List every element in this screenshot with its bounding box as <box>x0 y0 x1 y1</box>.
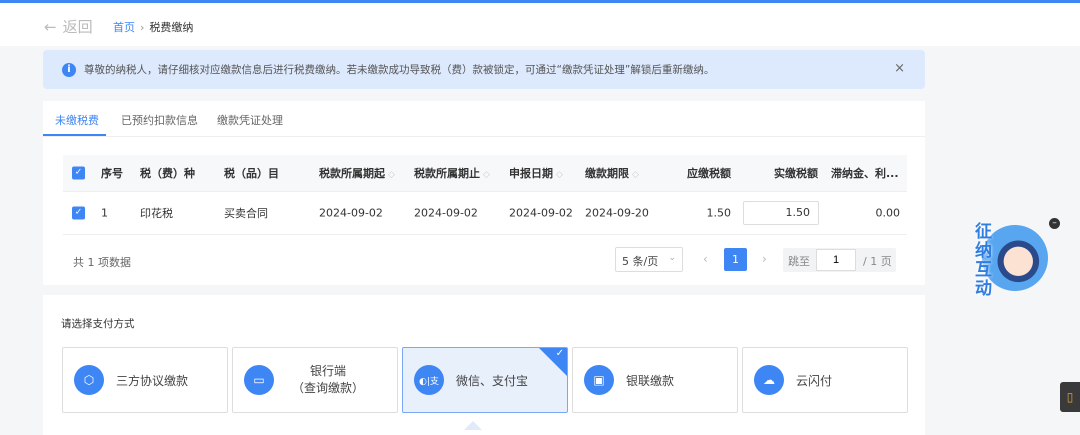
payment-option-bank[interactable]: ▭ 银行端 （查询缴款） <box>232 347 398 413</box>
mascot-widget[interactable]: 征纳互动 – <box>970 195 1060 299</box>
cell-late-fee: 0.00 <box>875 206 901 220</box>
alert-text: 尊敬的纳税人，请仔细核对应缴款信息后进行税费缴纳。若未缴款成功导致税（费）款被锁… <box>84 64 715 76</box>
row-checkbox[interactable]: ✓ <box>72 206 85 220</box>
breadcrumb-home[interactable]: 首页 <box>113 21 135 34</box>
tax-table: ✓ 序号 税（费）种 税（品）目 税款所属期起 ◇ 税款所属期止 ◇ 申报日期 ◇ 缴… <box>63 155 907 235</box>
col-start-label: 税款所属期起 <box>319 167 385 180</box>
col-end[interactable]: 税款所属期止 ◇ <box>414 165 490 181</box>
chevron-right-icon: › <box>140 21 145 34</box>
cell-deadline: 2024-09-20 <box>585 206 649 220</box>
selection-pointer <box>464 421 482 430</box>
col-item: 税（品）目 <box>224 167 279 180</box>
tax-card: 未缴税费 已预约扣款信息 缴款凭证处理 ✓ 序号 税（费）种 税（品）目 税款所… <box>43 101 925 285</box>
tab-unpaid[interactable]: 未缴税费 <box>55 112 99 128</box>
option-label: 云闪付 <box>796 373 833 388</box>
sort-icon[interactable]: ◇ <box>388 170 395 180</box>
tab-voucher[interactable]: 缴款凭证处理 <box>217 112 283 128</box>
table-row: ✓ 1 印花税 买卖合同 2024-09-02 2024-09-02 2024-… <box>63 192 907 235</box>
breadcrumb-current: 税费缴纳 <box>149 21 194 34</box>
sort-icon[interactable]: ◇ <box>632 170 639 180</box>
cell-no: 1 <box>101 206 108 220</box>
option-label: 三方协议缴款 <box>116 373 189 388</box>
sort-icon[interactable]: ◇ <box>556 170 563 180</box>
cloud-icon: ☁ <box>754 365 784 395</box>
option-label: 微信、支付宝 <box>456 373 529 388</box>
tab-scheduled[interactable]: 已预约扣款信息 <box>121 112 198 128</box>
col-late-fee: 滞纳金、利... <box>831 167 899 180</box>
col-deadline[interactable]: 缴款期限 ◇ <box>585 165 639 181</box>
table-header: ✓ 序号 税（费）种 税（品）目 税款所属期起 ◇ 税款所属期止 ◇ 申报日期 ◇ 缴… <box>63 155 907 192</box>
mascot-label: 征纳互动 <box>975 222 992 299</box>
paid-amount-input[interactable]: 1.50 <box>743 201 819 225</box>
unionpay-card-icon: ▣ <box>584 365 614 395</box>
active-tab-indicator <box>43 134 106 136</box>
cell-due: 1.50 <box>706 206 732 220</box>
page-size-select[interactable]: 5 条/页 ⌄ <box>615 247 683 272</box>
col-declare-label: 申报日期 <box>509 167 553 180</box>
option-sublabel: （查询缴款） <box>292 381 365 395</box>
close-icon[interactable]: × <box>894 61 905 76</box>
option-label: 银行端 <box>310 364 347 378</box>
header: ← 返回 首页 › 税费缴纳 <box>0 3 1080 46</box>
hexagon-y-icon: ⬡ <box>74 365 104 395</box>
wechat-alipay-icon: ◐|支 <box>414 365 444 395</box>
card-icon: ▭ <box>244 365 274 395</box>
cell-end: 2024-09-02 <box>414 206 478 220</box>
col-no: 序号 <box>101 167 123 180</box>
cell-declare: 2024-09-02 <box>509 206 573 220</box>
info-alert: i 尊敬的纳税人，请仔细核对应缴款信息后进行税费缴纳。若未缴款成功导致税（费）款… <box>43 50 925 89</box>
check-icon: ✓ <box>555 348 564 359</box>
jump-to-page: 跳至 / 1 页 <box>783 248 896 272</box>
back-button[interactable]: ← 返回 <box>44 16 93 37</box>
payment-option-tripartite[interactable]: ⬡ 三方协议缴款 <box>62 347 228 413</box>
payment-option-unionpay[interactable]: ▣ 银联缴款 <box>572 347 738 413</box>
prev-page-icon[interactable]: ‹ <box>703 252 708 266</box>
col-end-label: 税款所属期止 <box>414 167 480 180</box>
tabs: 未缴税费 已预约扣款信息 缴款凭证处理 <box>43 101 925 137</box>
breadcrumb: 首页 › 税费缴纳 <box>113 19 193 35</box>
col-deadline-label: 缴款期限 <box>585 167 629 180</box>
payment-option-wechat-alipay[interactable]: ◐|支 微信、支付宝 ✓ <box>402 347 568 413</box>
page-1-button[interactable]: 1 <box>724 248 747 271</box>
col-tax: 税（费）种 <box>140 167 195 180</box>
total-count: 共 1 项数据 <box>73 256 131 269</box>
col-due: 应缴税额 <box>687 167 731 180</box>
col-declare[interactable]: 申报日期 ◇ <box>509 165 563 181</box>
total-pages: / 1 页 <box>863 255 892 268</box>
cell-item: 买卖合同 <box>224 207 268 220</box>
payment-card: 请选择支付方式 ⬡ 三方协议缴款 ▭ 银行端 （查询缴款） ◐|支 微信、支付宝 ✓ ▣ 银… <box>43 295 925 435</box>
cell-tax: 印花税 <box>140 207 173 220</box>
jump-label: 跳至 <box>788 255 810 268</box>
back-label: 返回 <box>62 18 93 36</box>
select-all-checkbox[interactable]: ✓ <box>72 166 85 180</box>
jump-page-input[interactable] <box>816 249 856 271</box>
col-paid: 实缴税额 <box>774 167 818 180</box>
pagination: 共 1 项数据 5 条/页 ⌄ ‹ 1 › 跳至 / 1 页 <box>43 247 925 273</box>
arrow-left-icon: ← <box>44 17 57 36</box>
col-start[interactable]: 税款所属期起 ◇ <box>319 165 395 181</box>
payment-option-cloud-quickpass[interactable]: ☁ 云闪付 <box>742 347 908 413</box>
page-size-value: 5 条/页 <box>622 255 659 268</box>
option-label: 银联缴款 <box>626 373 675 388</box>
chevron-down-icon: ⌄ <box>668 253 676 263</box>
info-icon: i <box>62 62 76 77</box>
next-page-icon[interactable]: › <box>762 252 767 266</box>
payment-title: 请选择支付方式 <box>61 318 135 330</box>
usb-icon[interactable]: ▯ <box>1060 382 1080 412</box>
minimize-icon[interactable]: – <box>1049 218 1060 229</box>
sort-icon[interactable]: ◇ <box>483 170 490 180</box>
cell-start: 2024-09-02 <box>319 206 383 220</box>
